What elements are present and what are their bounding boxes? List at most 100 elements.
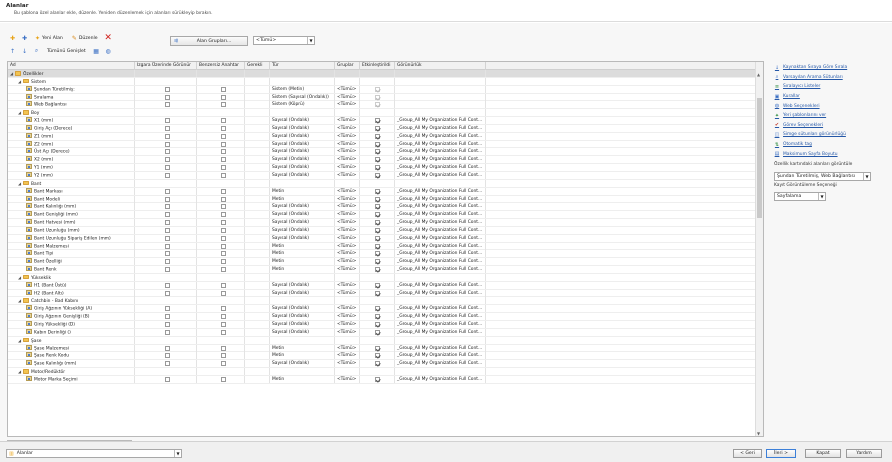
col-type[interactable]: Tür [270,62,335,70]
table-row[interactable]: Giriş Yüksekliği (D) Sayısal (Ondalık) <Tü… [8,321,756,329]
table-row[interactable]: Y1 (mm) Sayısal (Ondalık) <Tümü> _Group_All… [8,164,756,172]
grid-visible-checkbox[interactable] [165,149,170,155]
table-row[interactable]: ◢ Motor/Redüktör [8,368,756,376]
grid-visible-checkbox[interactable] [165,196,170,202]
unique-key-checkbox[interactable] [221,165,226,171]
delete-icon[interactable]: ✕ [104,33,113,43]
unique-key-checkbox[interactable] [221,235,226,241]
table-row[interactable]: ◢ Bant [8,179,756,188]
enabled-checkbox[interactable] [375,227,380,233]
table-row[interactable]: Şundan Türetilmiş: Sistem (Metin) <Tümü> [8,85,756,94]
grid-visible-checkbox[interactable] [165,94,170,100]
grid-visible-checkbox[interactable] [165,102,170,108]
next-button[interactable]: İleri > [766,449,796,458]
table-row[interactable]: Bant Kalınlığı (mm) Sayısal (Ondalık) <Tüm… [8,203,756,212]
unique-key-checkbox[interactable] [221,376,226,382]
table-row[interactable]: Giriş Açı (Derece) Sayısal (Ondalık) <Tümü… [8,124,756,133]
grid-visible-checkbox[interactable] [165,204,170,210]
enabled-checkbox[interactable] [375,353,380,359]
table-row[interactable]: Giriş Ağzının Yüksekliği (A) Sayısal (Ond… [8,305,756,314]
enabled-checkbox[interactable] [375,290,380,296]
unique-key-checkbox[interactable] [221,86,226,92]
grid-visible-checkbox[interactable] [165,118,170,124]
search-icon[interactable]: ⌕ [32,46,41,56]
enabled-checkbox[interactable] [375,172,380,178]
enabled-checkbox[interactable] [375,314,380,320]
side-link[interactable]: ◫ Simge sütunları görünürlüğü [774,130,890,140]
unique-key-checkbox[interactable] [221,172,226,178]
col-required[interactable]: Gerekli [245,62,270,70]
side-link[interactable]: ≡ Sıralayıcı Listeler [774,82,890,92]
table-row[interactable]: Üst Açı (Derece) Sayısal (Ondalık) <Tümü> _… [8,148,756,157]
unique-key-checkbox[interactable] [221,141,226,147]
enabled-checkbox[interactable] [375,212,380,218]
enabled-checkbox[interactable] [375,329,380,335]
grid-visible-checkbox[interactable] [165,251,170,257]
enabled-checkbox[interactable] [375,188,380,194]
grid-visible-checkbox[interactable] [165,306,170,312]
enabled-checkbox[interactable] [375,149,380,155]
table-row[interactable]: ◢ Boy [8,109,756,118]
table-row[interactable]: ◢ Sistem [8,77,756,86]
table-row[interactable]: X2 (mm) Sayısal (Ondalık) <Tümü> _Group_All… [8,156,756,165]
unique-key-checkbox[interactable] [221,243,226,249]
table-row[interactable]: Bant Markası Metin <Tümü> _Group_All My Org… [8,187,756,196]
grid-visible-checkbox[interactable] [165,125,170,131]
enabled-checkbox[interactable] [375,125,380,131]
enabled-checkbox[interactable] [375,133,380,139]
enabled-checkbox[interactable] [375,376,380,382]
grid-visible-checkbox[interactable] [165,353,170,359]
add-folder-icon[interactable]: ✚ [20,33,29,43]
wizard-step-select[interactable]: ▥ Alanlar ▼ [6,449,182,458]
grid-visible-checkbox[interactable] [165,227,170,233]
table-row[interactable]: Şase Kalınlığı (mm) Sayısal (Ondalık) <Tüm… [8,360,756,369]
add-group-icon[interactable]: ✚ [8,33,17,43]
unique-key-checkbox[interactable] [221,196,226,202]
side-link[interactable]: ⌕ Varsayılan Arama Sütunları [774,73,890,83]
enabled-checkbox[interactable] [375,220,380,226]
back-button[interactable]: < Geri [733,449,762,458]
enabled-checkbox[interactable] [375,322,380,327]
table-row[interactable]: Bant Tipi Metin <Tümü> _Group_All My Organi… [8,250,756,259]
unique-key-checkbox[interactable] [221,353,226,359]
grid-visible-checkbox[interactable] [165,282,170,288]
grid-visible-checkbox[interactable] [165,235,170,241]
globe-icon[interactable]: ◍ [104,46,113,56]
grid-visible-checkbox[interactable] [165,361,170,367]
enabled-checkbox[interactable] [375,361,380,367]
enabled-checkbox[interactable] [375,165,380,171]
grid-visible-checkbox[interactable] [165,220,170,226]
table-row[interactable]: ◢ Yükseklik [8,273,756,282]
table-row[interactable]: Web Bağlantısı Sistem (Köprü) <Tümü> [8,101,756,110]
unique-key-checkbox[interactable] [221,94,226,100]
unique-key-checkbox[interactable] [221,361,226,367]
side-link[interactable]: ✦ Yeri şablonlarını ver [774,111,890,121]
unique-key-checkbox[interactable] [221,149,226,155]
col-unique-key[interactable]: Benzersiz Anahtar [197,62,245,70]
enabled-checkbox[interactable] [375,204,380,210]
move-up-icon[interactable]: ↑ [8,46,17,56]
grid-scrollbar[interactable]: ▲ ▼ [755,62,763,436]
table-row[interactable]: Kabın Derinliği () Sayısal (Ondalık) <Tümü… [8,328,756,337]
unique-key-checkbox[interactable] [221,345,226,351]
unique-key-checkbox[interactable] [221,282,226,288]
unique-key-checkbox[interactable] [221,220,226,226]
expand-all-button[interactable]: Tümünü Genişlet [44,46,89,56]
card-fields-select[interactable]: Şundan Türetilmiş, Web Bağlantısı ▼ [774,171,871,181]
scroll-down-icon[interactable]: ▼ [757,431,760,436]
table-row[interactable]: X1 (mm) Sayısal (Ondalık) <Tümü> _Group_All… [8,117,756,125]
grid-visible-checkbox[interactable] [165,329,170,335]
side-link[interactable]: ✔ Görev Seçenekleri [774,121,890,131]
enabled-checkbox[interactable] [375,282,380,288]
group-filter-select[interactable]: <Tümü> ▼ [253,36,315,45]
grid-visible-checkbox[interactable] [165,157,170,163]
side-link[interactable]: ◍ Web Seçenekleri [774,101,890,111]
grid-visible-checkbox[interactable] [165,141,170,147]
table-row[interactable]: Sıralama Sistem (Sayısal (Ondalık)) <Tümü> [8,93,756,102]
enabled-checkbox[interactable] [375,345,380,351]
table-row[interactable]: Bant Genişliği (mm) Sayısal (Ondalık) <Tüm… [8,211,756,220]
edit-button[interactable]: ✎ Düzenle [69,33,101,43]
col-groups[interactable]: Gruplar [335,62,360,70]
fields-grid[interactable]: Ad Izgara Üzerinde Görünür Benzersiz Ana… [7,61,764,437]
grid-visible-checkbox[interactable] [165,86,170,92]
